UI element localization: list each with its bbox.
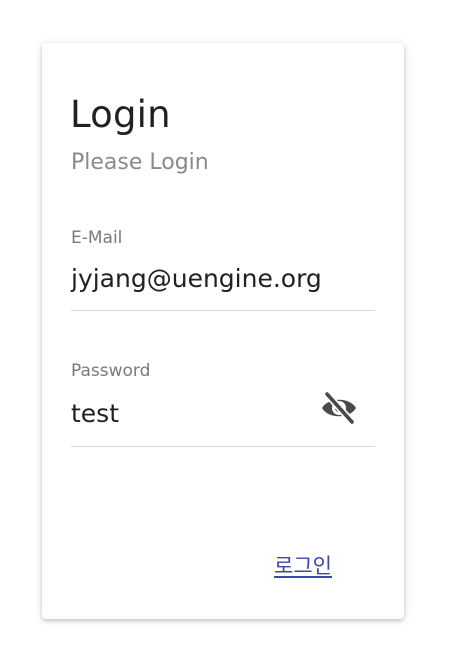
password-field[interactable]: Password test: [71, 361, 375, 451]
email-input[interactable]: jyjang@uengine.org: [71, 264, 322, 294]
email-field-underline: [71, 310, 375, 311]
page-subtitle: Please Login: [71, 150, 209, 175]
email-field[interactable]: E-Mail jyjang@uengine.org: [71, 228, 375, 318]
email-field-label: E-Mail: [71, 228, 123, 248]
eye-off-icon[interactable]: [318, 390, 360, 426]
password-field-label: Password: [71, 361, 151, 381]
page-title: Login: [70, 93, 171, 136]
password-input[interactable]: test: [71, 399, 119, 429]
password-field-underline: [71, 446, 375, 447]
login-card: Login Please Login E-Mail jyjang@uengine…: [42, 43, 404, 619]
login-button[interactable]: 로그인: [274, 553, 332, 579]
